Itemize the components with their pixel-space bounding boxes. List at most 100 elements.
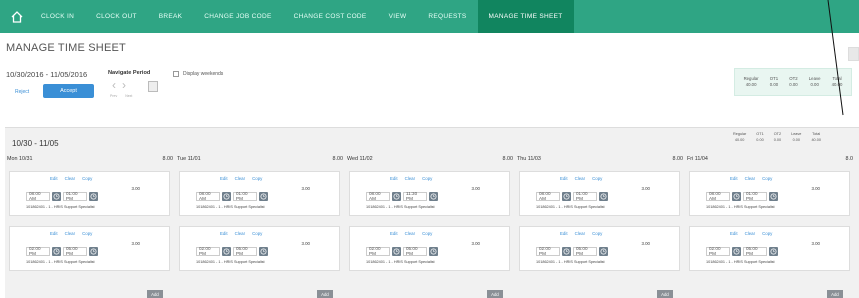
- entry-hours: 3.00: [301, 186, 310, 191]
- nav-clock-out[interactable]: CLOCK OUT: [85, 0, 148, 33]
- chevron-right-icon[interactable]: ›: [122, 79, 126, 91]
- clock-icon[interactable]: [89, 246, 98, 256]
- start-time-input[interactable]: 02:00 PM: [536, 246, 560, 256]
- clock-icon[interactable]: [222, 191, 231, 201]
- nav-manage-time-sheet[interactable]: MANAGE TIME SHEET: [477, 0, 574, 33]
- add-button[interactable]: Add: [147, 290, 163, 298]
- copy-link[interactable]: Copy: [82, 176, 92, 181]
- copy-link[interactable]: Copy: [422, 176, 432, 181]
- nav-break[interactable]: BREAK: [148, 0, 194, 33]
- add-button[interactable]: Add: [487, 290, 503, 298]
- start-time-input[interactable]: 08:00 AM: [196, 191, 220, 201]
- clear-link[interactable]: Clear: [65, 231, 76, 236]
- accept-button[interactable]: Accept: [43, 84, 94, 98]
- clear-link[interactable]: Clear: [235, 231, 246, 236]
- edit-link[interactable]: Edit: [560, 176, 568, 181]
- clear-link[interactable]: Clear: [235, 176, 246, 181]
- job-code: 101862401 - 1 - HRIS Support Specialist: [196, 205, 265, 209]
- start-time-input[interactable]: 02:00 PM: [26, 246, 50, 256]
- end-time-input[interactable]: 05:00 PM: [233, 246, 257, 256]
- home-icon[interactable]: [4, 0, 30, 33]
- copy-link[interactable]: Copy: [762, 176, 772, 181]
- add-button[interactable]: Add: [317, 290, 333, 298]
- clock-icon[interactable]: [392, 191, 401, 201]
- start-time-input[interactable]: 08:00 AM: [26, 191, 50, 201]
- clock-icon[interactable]: [562, 246, 571, 256]
- start-time-input[interactable]: 08:00 AM: [366, 191, 390, 201]
- start-time-input[interactable]: 08:00 AM: [706, 191, 730, 201]
- checkbox-icon[interactable]: [173, 71, 179, 77]
- edit-link[interactable]: Edit: [390, 231, 398, 236]
- clear-link[interactable]: Clear: [745, 176, 756, 181]
- time-entry-card: Edit Clear Copy 3.00 08:00 AM 01:00 PM 1…: [519, 171, 680, 216]
- end-time-input[interactable]: 05:00 PM: [573, 246, 597, 256]
- clock-icon[interactable]: [769, 191, 778, 201]
- nav-view[interactable]: VIEW: [378, 0, 418, 33]
- clear-link[interactable]: Clear: [745, 231, 756, 236]
- clock-icon[interactable]: [259, 246, 268, 256]
- copy-link[interactable]: Copy: [762, 231, 772, 236]
- end-time-input[interactable]: 01:00 PM: [743, 191, 767, 201]
- end-time-input[interactable]: 11:30 PM: [403, 191, 427, 201]
- calendar-icon[interactable]: [148, 81, 158, 92]
- start-time-input[interactable]: 08:00 AM: [536, 191, 560, 201]
- top-nav: CLOCK IN CLOCK OUT BREAK CHANGE JOB CODE…: [0, 0, 859, 33]
- end-time-input[interactable]: 05:00 PM: [743, 246, 767, 256]
- nav-change-job-code[interactable]: CHANGE JOB CODE: [193, 0, 282, 33]
- start-time-input[interactable]: 02:00 PM: [196, 246, 220, 256]
- clock-icon[interactable]: [732, 246, 741, 256]
- clock-icon[interactable]: [562, 191, 571, 201]
- nav-change-cost-code[interactable]: CHANGE COST CODE: [283, 0, 378, 33]
- copy-link[interactable]: Copy: [252, 176, 262, 181]
- end-time-input[interactable]: 05:00 PM: [403, 246, 427, 256]
- clock-icon[interactable]: [769, 246, 778, 256]
- chevron-left-icon[interactable]: ‹: [112, 79, 116, 91]
- job-code: 101862401 - 1 - HRIS Support Specialist: [366, 205, 435, 209]
- clock-icon[interactable]: [599, 191, 608, 201]
- end-time-input[interactable]: 01:00 PM: [233, 191, 257, 201]
- clock-icon[interactable]: [429, 246, 438, 256]
- clear-link[interactable]: Clear: [405, 231, 416, 236]
- clock-icon[interactable]: [392, 246, 401, 256]
- corner-button[interactable]: [848, 47, 859, 61]
- copy-link[interactable]: Copy: [252, 231, 262, 236]
- clock-icon[interactable]: [52, 191, 61, 201]
- edit-link[interactable]: Edit: [50, 176, 58, 181]
- edit-link[interactable]: Edit: [730, 176, 738, 181]
- add-button[interactable]: Add: [827, 290, 843, 298]
- clock-icon[interactable]: [259, 191, 268, 201]
- reject-link[interactable]: Reject: [15, 89, 29, 95]
- clock-icon[interactable]: [429, 191, 438, 201]
- nav-clock-in[interactable]: CLOCK IN: [30, 0, 85, 33]
- clock-icon[interactable]: [52, 246, 61, 256]
- edit-link[interactable]: Edit: [220, 176, 228, 181]
- copy-link[interactable]: Copy: [422, 231, 432, 236]
- edit-link[interactable]: Edit: [390, 176, 398, 181]
- clear-link[interactable]: Clear: [575, 231, 586, 236]
- clock-icon[interactable]: [732, 191, 741, 201]
- add-button[interactable]: Add: [657, 290, 673, 298]
- edit-link[interactable]: Edit: [220, 231, 228, 236]
- clock-icon[interactable]: [222, 246, 231, 256]
- end-time-input[interactable]: 05:00 PM: [63, 246, 87, 256]
- copy-link[interactable]: Copy: [82, 231, 92, 236]
- day-label: Wed 11/02: [347, 156, 373, 162]
- edit-link[interactable]: Edit: [50, 231, 58, 236]
- copy-link[interactable]: Copy: [592, 176, 602, 181]
- clear-link[interactable]: Clear: [575, 176, 586, 181]
- start-time-input[interactable]: 02:00 PM: [706, 246, 730, 256]
- edit-link[interactable]: Edit: [730, 231, 738, 236]
- start-time-input[interactable]: 02:00 PM: [366, 246, 390, 256]
- end-time-input[interactable]: 01:00 PM: [63, 191, 87, 201]
- clock-icon[interactable]: [599, 246, 608, 256]
- entry-actions: Edit Clear Copy: [560, 231, 602, 236]
- copy-link[interactable]: Copy: [592, 231, 602, 236]
- edit-link[interactable]: Edit: [560, 231, 568, 236]
- display-weekends-toggle[interactable]: Display weekends: [173, 71, 223, 77]
- entry-hours: 3.00: [811, 186, 820, 191]
- nav-requests[interactable]: REQUESTS: [417, 0, 477, 33]
- clear-link[interactable]: Clear: [65, 176, 76, 181]
- clear-link[interactable]: Clear: [405, 176, 416, 181]
- end-time-input[interactable]: 01:00 PM: [573, 191, 597, 201]
- clock-icon[interactable]: [89, 191, 98, 201]
